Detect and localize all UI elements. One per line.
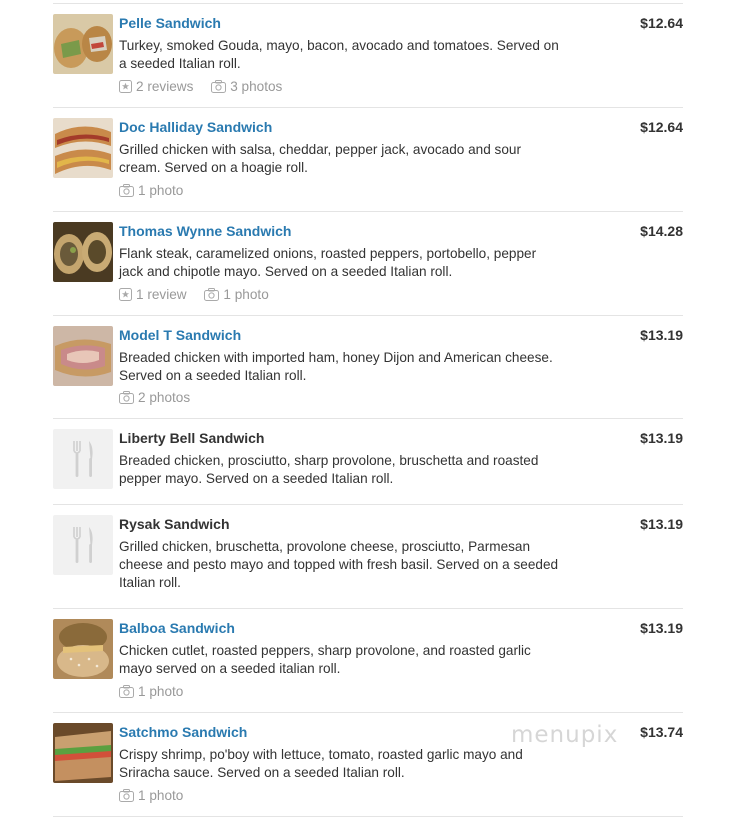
menu-item: Model T Sandwich Breaded chicken with im… [53, 316, 683, 419]
item-photo[interactable] [53, 326, 113, 386]
camera-icon [211, 80, 227, 93]
menu-item: Liberty Bell Sandwich Breaded chicken, p… [53, 419, 683, 505]
item-name-link[interactable]: Pelle Sandwich [119, 15, 221, 31]
item-name-link[interactable]: Thomas Wynne Sandwich [119, 223, 291, 239]
item-name: Liberty Bell Sandwich [119, 430, 265, 446]
item-description: Crispy shrimp, po'boy with lettuce, toma… [119, 747, 523, 780]
menu-item: Balboa Sandwich Chicken cutlet, roasted … [53, 609, 683, 713]
item-description: Grilled chicken with salsa, cheddar, pep… [119, 142, 521, 175]
star-icon [119, 80, 132, 93]
menu-item: Rysak Sandwich Grilled chicken, bruschet… [53, 505, 683, 609]
photos-count: 1 photo [223, 287, 269, 302]
item-name: Rysak Sandwich [119, 516, 230, 532]
item-meta: 1 photo [119, 684, 197, 701]
item-price: $13.19 [640, 620, 683, 636]
photos-count: 1 photo [138, 788, 184, 803]
item-price: $13.74 [640, 724, 683, 740]
item-price: $14.28 [640, 223, 683, 239]
photos-link[interactable]: 1 photo [119, 183, 183, 198]
item-name-link[interactable]: Doc Halliday Sandwich [119, 119, 272, 135]
item-name-link[interactable]: Satchmo Sandwich [119, 724, 247, 740]
item-photo[interactable] [53, 222, 113, 282]
item-photo[interactable] [53, 619, 113, 679]
watermark: menupix [511, 722, 619, 748]
item-meta: 2 reviews 3 photos [119, 79, 296, 96]
fork-knife-placeholder-icon [53, 515, 113, 575]
photos-link[interactable]: 3 photos [211, 79, 282, 94]
photos-count: 2 photos [138, 390, 191, 405]
reviews-count: 2 reviews [136, 79, 194, 94]
item-price: $13.19 [640, 327, 683, 343]
reviews-link[interactable]: 1 review [119, 287, 187, 302]
item-meta: 1 photo [119, 183, 197, 200]
star-icon [119, 288, 132, 301]
photos-link[interactable]: 1 photo [119, 684, 183, 699]
menu-item: Doc Halliday Sandwich Grilled chicken wi… [53, 108, 683, 212]
camera-icon [119, 391, 134, 404]
photos-link[interactable]: 1 photo [204, 287, 269, 302]
item-description: Chicken cutlet, roasted peppers, sharp p… [119, 643, 531, 676]
photos-link[interactable]: 1 photo [119, 788, 183, 803]
item-name-link[interactable]: Model T Sandwich [119, 327, 241, 343]
item-meta: 1 photo [119, 788, 197, 805]
item-photo[interactable] [53, 723, 113, 783]
item-price: $12.64 [640, 119, 683, 135]
camera-icon [119, 685, 134, 698]
photos-count: 3 photos [230, 79, 283, 94]
item-description: Breaded chicken with imported ham, honey… [119, 350, 553, 383]
camera-icon [204, 288, 220, 301]
item-price: $12.64 [640, 15, 683, 31]
item-price: $13.19 [640, 430, 683, 446]
reviews-link[interactable]: 2 reviews [119, 79, 193, 94]
item-description: Flank steak, caramelized onions, roasted… [119, 246, 537, 279]
item-description: Turkey, smoked Gouda, mayo, bacon, avoca… [119, 38, 559, 71]
item-description: Breaded chicken, prosciutto, sharp provo… [119, 453, 539, 486]
item-description: Grilled chicken, bruschetta, provolone c… [119, 539, 559, 590]
item-photo[interactable] [53, 14, 113, 74]
item-meta: 2 photos [119, 390, 204, 407]
item-photo[interactable] [53, 118, 113, 178]
menu-item: Thomas Wynne Sandwich Flank steak, caram… [53, 212, 683, 316]
item-meta: 1 review 1 photo [119, 287, 283, 304]
camera-icon [119, 184, 134, 197]
reviews-count: 1 review [136, 287, 187, 302]
photos-count: 1 photo [138, 183, 184, 198]
photos-link[interactable]: 2 photos [119, 390, 190, 405]
menu-item: Pelle Sandwich Turkey, smoked Gouda, may… [53, 4, 683, 108]
photos-count: 1 photo [138, 684, 184, 699]
camera-icon [119, 789, 134, 802]
item-name-link[interactable]: Balboa Sandwich [119, 620, 235, 636]
item-price: $13.19 [640, 516, 683, 532]
fork-knife-placeholder-icon [53, 429, 113, 489]
